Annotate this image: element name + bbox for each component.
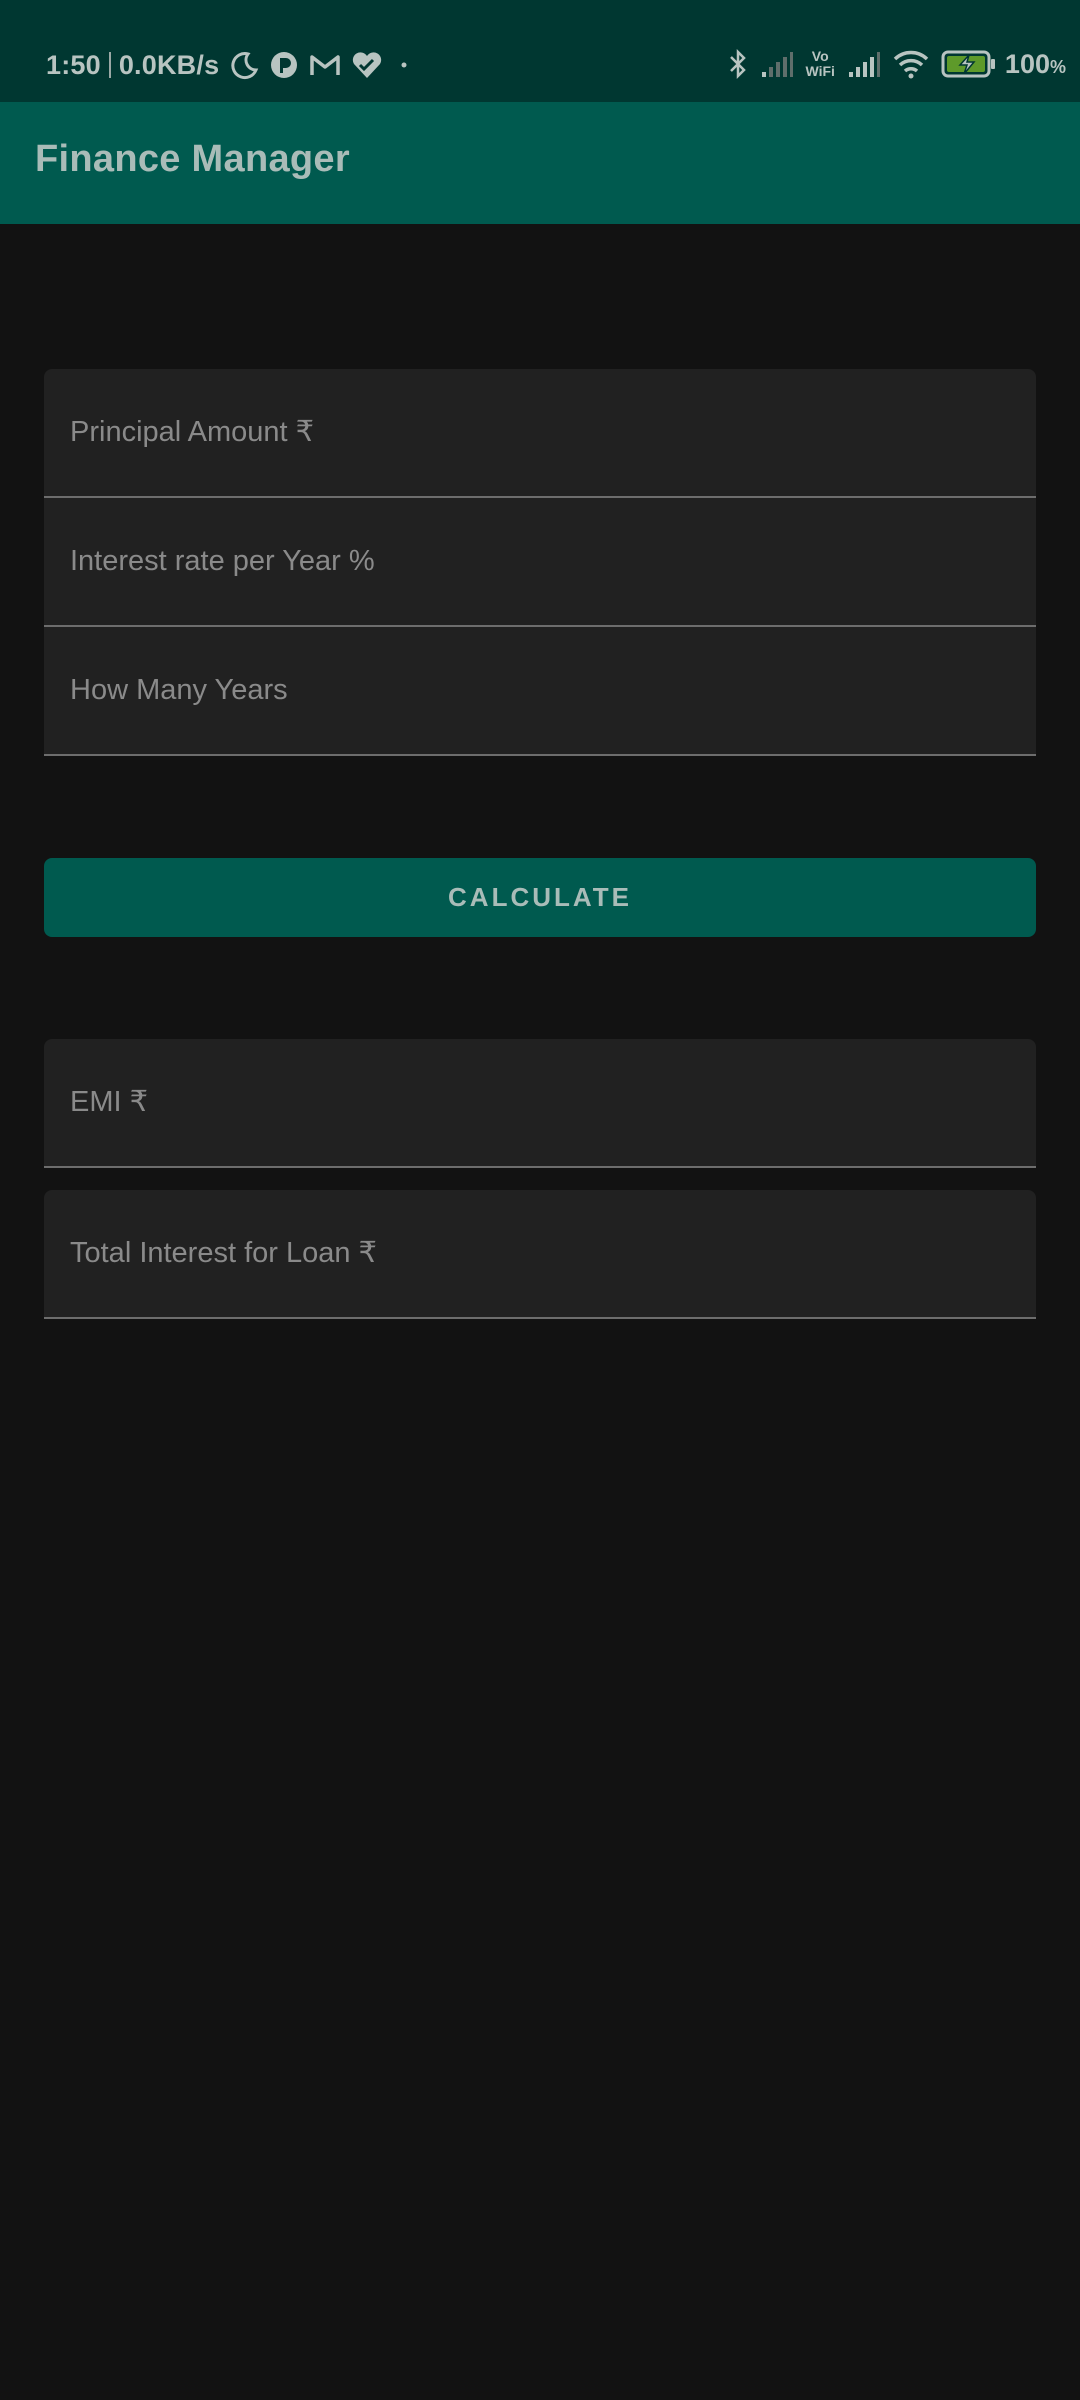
- dot-icon: [393, 50, 415, 80]
- battery-unit: %: [1049, 56, 1066, 77]
- years-field[interactable]: [44, 627, 1036, 756]
- signal-icon: [760, 50, 794, 78]
- heart-icon: [351, 50, 383, 80]
- total-interest-input[interactable]: [44, 1190, 1036, 1317]
- calculate-button[interactable]: CALCULATE: [44, 858, 1036, 937]
- battery-percentage: 100%: [1005, 49, 1066, 80]
- gmail-icon: [309, 52, 341, 78]
- notification-app-icon: [269, 50, 299, 80]
- principal-amount-field[interactable]: [44, 369, 1036, 498]
- total-interest-field[interactable]: [44, 1190, 1036, 1319]
- battery-level: 100: [1004, 48, 1050, 79]
- status-bar: 1:50 0.0KB/s Vo WiFi 100%: [0, 0, 1080, 102]
- app-bar: Finance Manager: [0, 102, 1080, 224]
- status-bar-right: Vo WiFi 100%: [728, 44, 1066, 84]
- signal-icon: [847, 50, 881, 78]
- vowifi-label-top: Vo: [811, 48, 829, 64]
- interest-rate-field[interactable]: [44, 498, 1036, 627]
- battery-charging-icon: [941, 49, 997, 79]
- principal-amount-input[interactable]: [44, 369, 1036, 496]
- years-input[interactable]: [44, 627, 1036, 754]
- status-time: 1:50: [46, 49, 101, 80]
- moon-icon: [229, 50, 259, 80]
- interest-rate-input[interactable]: [44, 498, 1036, 625]
- status-bar-left: 1:50 0.0KB/s: [46, 46, 415, 84]
- vowifi-icon: Vo WiFi: [806, 49, 835, 79]
- emi-input[interactable]: [44, 1039, 1036, 1166]
- app-title: Finance Manager: [35, 138, 350, 180]
- network-speed: 0.0KB/s: [118, 49, 220, 80]
- emi-field[interactable]: [44, 1039, 1036, 1168]
- vowifi-label-bottom: WiFi: [805, 63, 835, 79]
- status-separator: [108, 52, 111, 78]
- wifi-icon: [893, 49, 929, 79]
- bluetooth-icon: [728, 48, 748, 80]
